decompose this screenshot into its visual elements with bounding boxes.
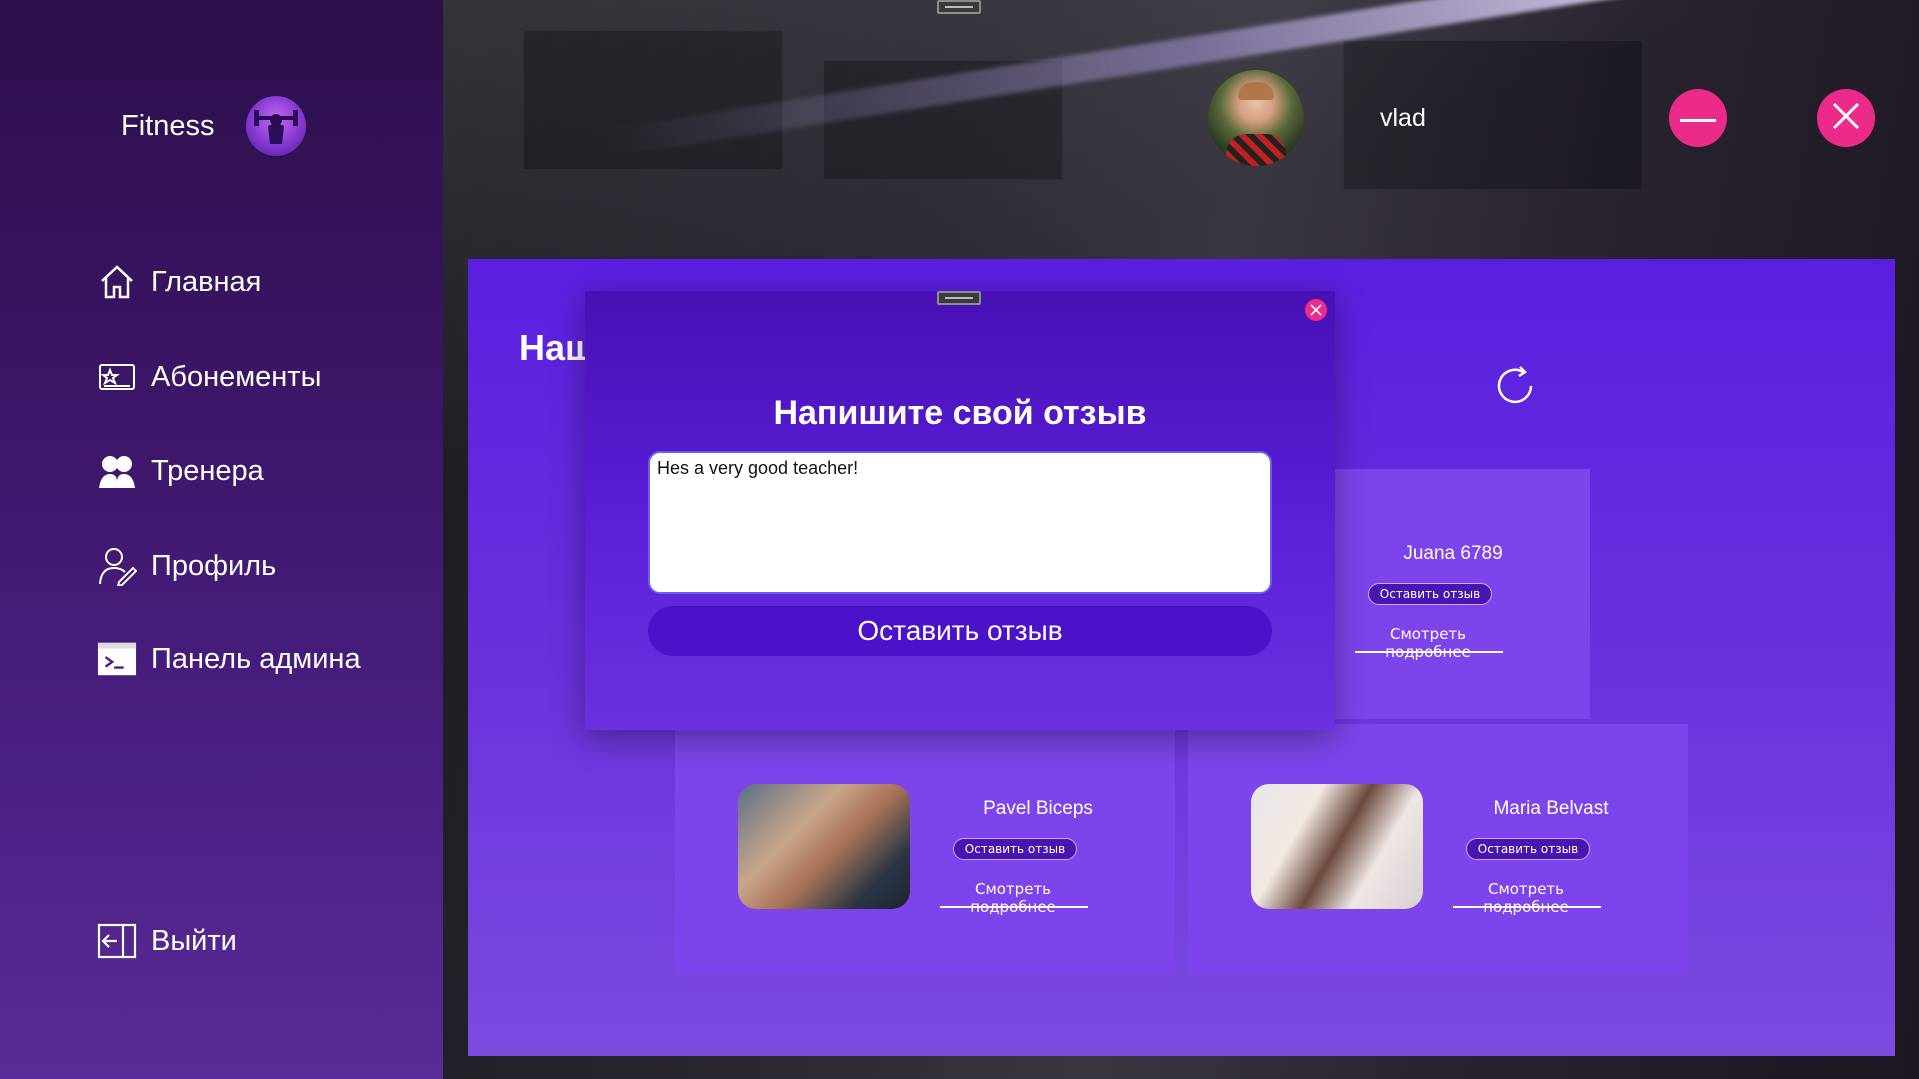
trainers-icon xyxy=(97,451,137,491)
logout-button[interactable]: Выйти xyxy=(97,921,237,961)
terminal-icon xyxy=(97,639,137,679)
view-details-link[interactable]: Смотреть подробнее xyxy=(938,880,1088,916)
trainer-photo xyxy=(738,784,910,909)
sidebar-item-admin-panel[interactable]: Панель админа xyxy=(97,639,361,679)
minus-icon xyxy=(1680,109,1716,128)
view-details-link[interactable]: Смотреть подробнее xyxy=(1353,625,1503,661)
leave-review-button[interactable]: Оставить отзыв xyxy=(1368,583,1492,605)
modal-title: Напишите свой отзыв xyxy=(773,394,1147,432)
review-input[interactable]: Hes a very good teacher! xyxy=(648,451,1272,594)
close-icon xyxy=(1310,301,1322,320)
close-icon xyxy=(1831,101,1861,135)
submit-review-button[interactable]: Оставить отзыв xyxy=(648,606,1272,656)
sidebar-item-profile[interactable]: Профиль xyxy=(97,546,276,586)
leave-review-button[interactable]: Оставить отзыв xyxy=(953,838,1077,860)
link-underline xyxy=(940,906,1088,908)
review-modal: Напишите свой отзыв Hes a very good teac… xyxy=(585,291,1335,730)
username: vlad xyxy=(1380,104,1426,132)
refresh-icon[interactable] xyxy=(1490,361,1540,411)
profile-icon xyxy=(97,546,137,586)
modal-close-button[interactable] xyxy=(1305,299,1327,321)
trainer-card: Maria Belvast Оставить отзыв Смотреть по… xyxy=(1188,724,1688,974)
sidebar-item-label: Панель админа xyxy=(151,642,361,675)
modal-drag-handle[interactable] xyxy=(937,291,981,305)
home-icon xyxy=(97,262,137,302)
view-details-link[interactable]: Смотреть подробнее xyxy=(1451,880,1601,916)
trainer-photo xyxy=(1251,784,1423,909)
sidebar-item-label: Абонементы xyxy=(151,360,322,393)
brand-title: Fitness xyxy=(121,109,215,142)
sidebar-item-trainers[interactable]: Тренера xyxy=(97,451,264,491)
sidebar: Fitness Главная Абонементы Тренера Профи… xyxy=(0,0,443,1079)
trainer-name: Juana 6789 xyxy=(1403,543,1503,564)
fitness-logo-icon xyxy=(246,96,307,156)
trainer-name: Pavel Biceps xyxy=(983,798,1093,819)
sidebar-item-memberships[interactable]: Абонементы xyxy=(97,357,321,397)
link-underline xyxy=(1355,651,1503,653)
avatar[interactable] xyxy=(1208,70,1304,166)
logout-icon xyxy=(97,921,137,961)
sidebar-item-label: Профиль xyxy=(151,549,277,582)
leave-review-button[interactable]: Оставить отзыв xyxy=(1466,838,1590,860)
window-drag-handle[interactable] xyxy=(937,0,981,14)
close-button[interactable] xyxy=(1817,89,1875,147)
sidebar-item-label: Главная xyxy=(151,265,262,298)
membership-card-icon xyxy=(97,357,137,397)
link-underline xyxy=(1453,906,1601,908)
trainer-name: Maria Belvast xyxy=(1493,798,1609,819)
sidebar-item-home[interactable]: Главная xyxy=(97,262,261,302)
page-title: Наш xyxy=(519,327,596,368)
logout-label: Выйти xyxy=(151,924,237,957)
minimize-button[interactable] xyxy=(1669,89,1727,147)
trainer-card: Pavel Biceps Оставить отзыв Смотреть под… xyxy=(675,724,1175,974)
brand: Fitness xyxy=(121,96,307,156)
sidebar-item-label: Тренера xyxy=(151,454,264,487)
